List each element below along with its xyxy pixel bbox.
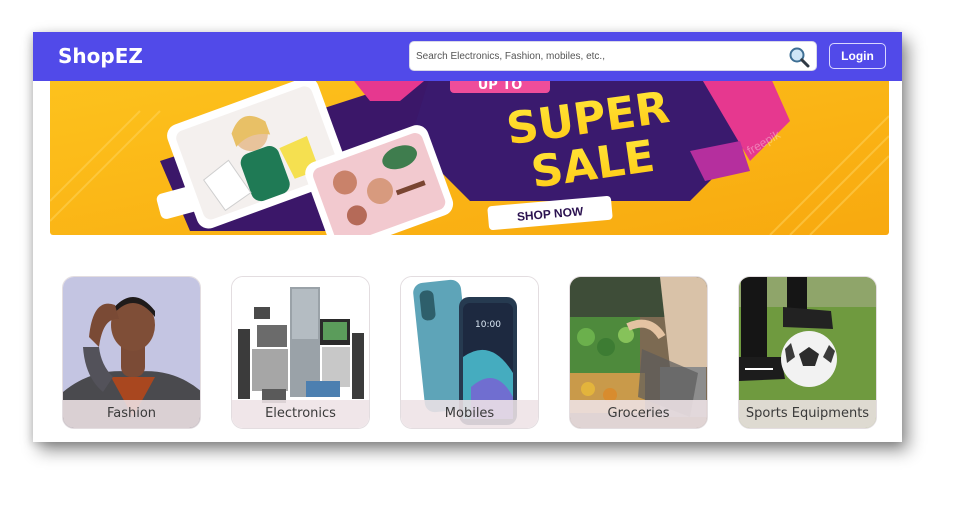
category-label: Mobiles xyxy=(401,400,538,428)
category-card-sports-equipments[interactable]: Sports Equipments xyxy=(738,276,877,429)
brand-logo[interactable]: ShopEZ xyxy=(58,44,143,68)
category-label: Electronics xyxy=(232,400,369,428)
category-label: Sports Equipments xyxy=(739,400,876,428)
svg-text:10:00: 10:00 xyxy=(475,320,501,330)
category-card-electronics[interactable]: Electronics xyxy=(231,276,370,429)
super-sale-banner-image: SUPER SALE SHOP NOW UP TO freepik xyxy=(50,81,889,235)
category-card-groceries[interactable]: Groceries xyxy=(569,276,708,429)
category-label: Groceries xyxy=(570,400,707,428)
search-icon[interactable] xyxy=(788,46,810,68)
banner-top-text: UP TO xyxy=(478,81,523,93)
search-bar xyxy=(409,41,817,71)
category-row: Fashion Electronics 10:00 Mobiles Grocer… xyxy=(62,276,882,431)
category-label: Fashion xyxy=(63,400,200,428)
navbar: ShopEZ Login xyxy=(33,32,902,81)
search-input[interactable] xyxy=(416,47,780,66)
login-button[interactable]: Login xyxy=(829,43,886,69)
category-card-fashion[interactable]: Fashion xyxy=(62,276,201,429)
browser-page: ShopEZ Login xyxy=(33,32,902,442)
promo-banner[interactable]: SUPER SALE SHOP NOW UP TO freepik xyxy=(50,81,889,235)
category-card-mobiles[interactable]: 10:00 Mobiles xyxy=(400,276,539,429)
